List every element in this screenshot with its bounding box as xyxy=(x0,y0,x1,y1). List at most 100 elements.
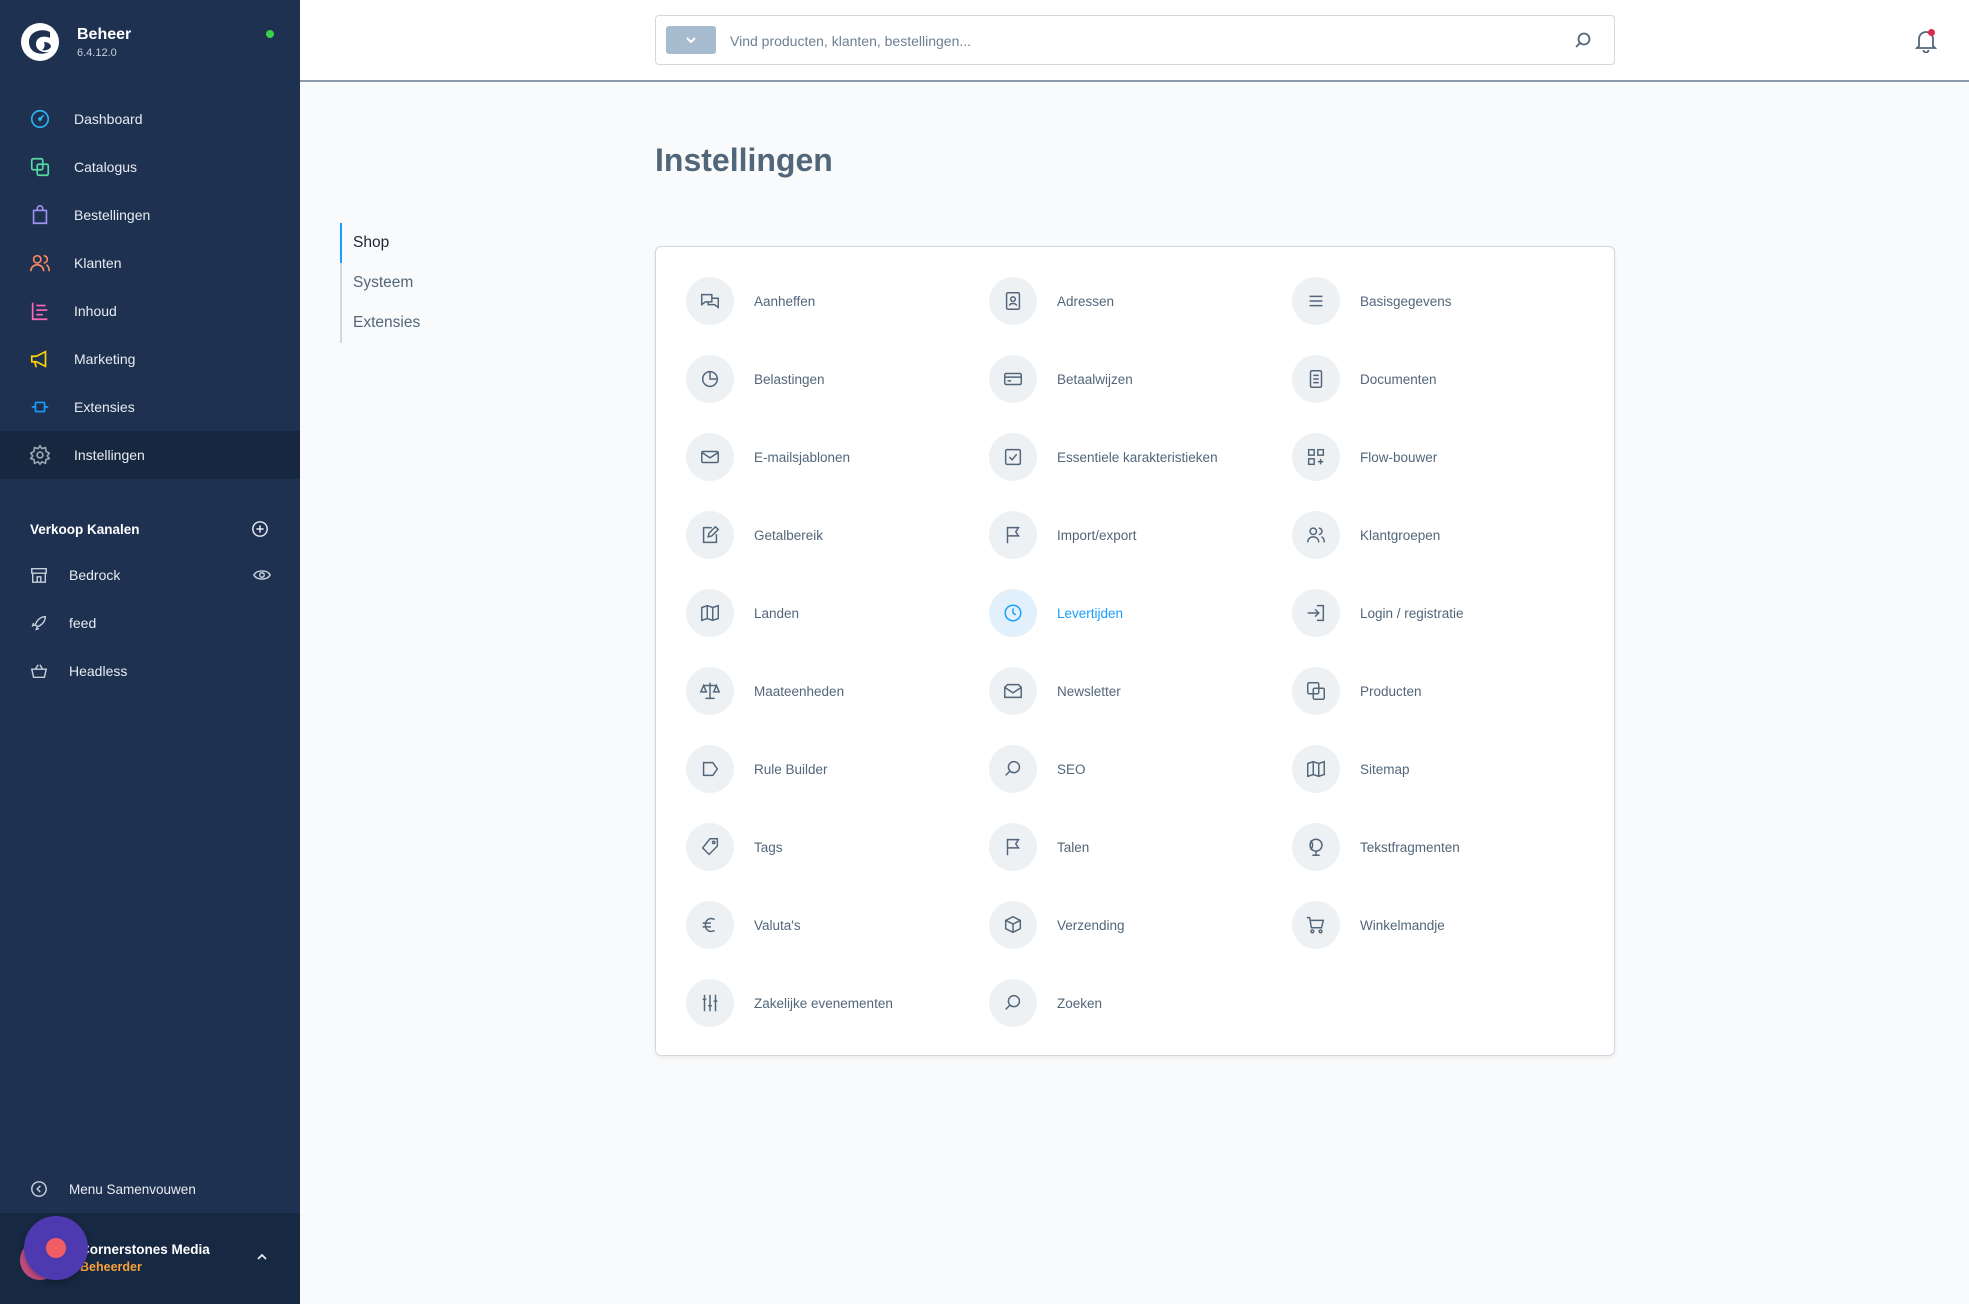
tab-shop[interactable]: Shop xyxy=(340,223,473,263)
edit-icon xyxy=(702,525,720,544)
basket-icon xyxy=(30,664,48,679)
nav-item-catalog[interactable]: Catalogus xyxy=(0,143,300,191)
nav-label: Klanten xyxy=(74,255,122,271)
setting-icon-circle xyxy=(686,277,734,325)
tab-system[interactable]: Systeem xyxy=(342,263,473,303)
setting-label: Landen xyxy=(754,605,800,621)
setting-icon-circle xyxy=(1292,589,1340,637)
setting-label: Valuta's xyxy=(754,917,801,933)
address-book-icon xyxy=(1005,292,1021,310)
setting-search[interactable]: Zoeken xyxy=(989,979,1292,1027)
customers-icon xyxy=(30,254,50,272)
global-search xyxy=(655,15,1615,65)
nav-item-settings[interactable]: Instellingen xyxy=(0,431,300,479)
setting-rule-builder[interactable]: Rule Builder xyxy=(686,745,989,793)
setting-snippets[interactable]: Tekstfragmenten xyxy=(1292,823,1595,871)
sales-channels-title: Verkoop Kanalen xyxy=(30,522,140,537)
setting-currencies[interactable]: Valuta's xyxy=(686,901,989,949)
channel-label: Headless xyxy=(69,663,128,679)
scale-icon xyxy=(699,682,721,700)
setting-seo[interactable]: SEO xyxy=(989,745,1292,793)
tab-extensions[interactable]: Extensies xyxy=(342,303,473,343)
setting-icon-circle xyxy=(989,979,1037,1027)
setting-countries[interactable]: Landen xyxy=(686,589,989,637)
setting-label: Rule Builder xyxy=(754,761,828,777)
setting-label: SEO xyxy=(1057,761,1086,777)
online-status-dot xyxy=(266,30,274,38)
setting-label: Betaalwijzen xyxy=(1057,371,1133,387)
setting-label: Belastingen xyxy=(754,371,825,387)
setting-languages[interactable]: Talen xyxy=(989,823,1292,871)
nav-item-dashboard[interactable]: Dashboard xyxy=(0,95,300,143)
setting-newsletter[interactable]: Newsletter xyxy=(989,667,1292,715)
shopware-logo-icon xyxy=(21,23,59,61)
channel-label: Bedrock xyxy=(69,567,121,583)
setting-login-registration[interactable]: Login / registratie xyxy=(1292,589,1595,637)
setting-label: E-mailsjablonen xyxy=(754,449,851,465)
setting-units[interactable]: Maateenheden xyxy=(686,667,989,715)
collapse-menu-button[interactable]: Menu Samenvouwen xyxy=(30,1180,196,1198)
credit-card-icon xyxy=(1004,372,1022,386)
setting-payment-methods[interactable]: Betaalwijzen xyxy=(989,355,1292,403)
extensions-icon xyxy=(31,401,49,413)
setting-import-export[interactable]: Import/export xyxy=(989,511,1292,559)
setting-salutations[interactable]: Aanheffen xyxy=(686,277,989,325)
setting-icon-circle xyxy=(1292,823,1340,871)
setting-icon-circle xyxy=(1292,277,1340,325)
settings-icon xyxy=(29,444,51,466)
setting-email-templates[interactable]: E-mailsjablonen xyxy=(686,433,989,481)
search-icon[interactable] xyxy=(1574,31,1592,49)
setting-flow-builder[interactable]: Flow-bouwer xyxy=(1292,433,1595,481)
setting-label: Klantgroepen xyxy=(1360,527,1441,543)
setting-number-ranges[interactable]: Getalbereik xyxy=(686,511,989,559)
setting-icon-circle xyxy=(686,433,734,481)
setting-label: Tags xyxy=(754,839,783,855)
dashboard-icon xyxy=(30,109,50,129)
notifications-button[interactable] xyxy=(1913,27,1939,53)
sales-channel-bedrock[interactable]: Bedrock xyxy=(0,551,300,599)
search-type-dropdown[interactable] xyxy=(666,26,716,54)
setting-tags[interactable]: Tags xyxy=(686,823,989,871)
nav-label: Catalogus xyxy=(74,159,138,175)
setting-shipping[interactable]: Verzending xyxy=(989,901,1292,949)
eye-icon[interactable] xyxy=(253,567,271,583)
setting-label: Basisgegevens xyxy=(1360,293,1452,309)
add-sales-channel-icon[interactable] xyxy=(251,520,269,538)
setting-icon-circle xyxy=(686,511,734,559)
sales-channel-feed[interactable]: feed xyxy=(0,599,300,647)
sales-channel-headless[interactable]: Headless xyxy=(0,647,300,695)
setting-label: Producten xyxy=(1360,683,1422,699)
setting-business-events[interactable]: Zakelijke evenementen xyxy=(686,979,989,1027)
nav-item-marketing[interactable]: Marketing xyxy=(0,335,300,383)
nav-item-extensions[interactable]: Extensies xyxy=(0,383,300,431)
setting-customer-groups[interactable]: Klantgroepen xyxy=(1292,511,1595,559)
notification-badge xyxy=(1928,29,1935,36)
chat-widget-bubble[interactable] xyxy=(24,1216,88,1280)
user-role: Beheerder xyxy=(80,1260,142,1274)
setting-icon-circle xyxy=(686,667,734,715)
nav-item-orders[interactable]: Bestellingen xyxy=(0,191,300,239)
setting-label: Zoeken xyxy=(1057,995,1103,1011)
search-input[interactable] xyxy=(728,28,1552,54)
channel-label: feed xyxy=(69,615,97,631)
brand[interactable]: Beheer 6.4.12.0 xyxy=(20,22,280,68)
setting-label: Login / registratie xyxy=(1360,605,1464,621)
setting-essential-characteristics[interactable]: Essentiele karakteristieken xyxy=(989,433,1292,481)
setting-cart[interactable]: Winkelmandje xyxy=(1292,901,1595,949)
setting-taxes[interactable]: Belastingen xyxy=(686,355,989,403)
setting-documents[interactable]: Documenten xyxy=(1292,355,1595,403)
setting-addresses[interactable]: Adressen xyxy=(989,277,1292,325)
chevron-up-icon[interactable] xyxy=(255,1250,269,1264)
setting-icon-circle xyxy=(686,589,734,637)
setting-basic-information[interactable]: Basisgegevens xyxy=(1292,277,1595,325)
map-icon xyxy=(701,604,719,622)
setting-icon-circle xyxy=(1292,355,1340,403)
nav-item-customers[interactable]: Klanten xyxy=(0,239,300,287)
setting-delivery-times[interactable]: Levertijden xyxy=(989,589,1292,637)
nav-item-content[interactable]: Inhoud xyxy=(0,287,300,335)
setting-icon-circle xyxy=(1292,901,1340,949)
setting-label: Winkelmandje xyxy=(1360,917,1445,933)
setting-sitemap[interactable]: Sitemap xyxy=(1292,745,1595,793)
setting-products[interactable]: Producten xyxy=(1292,667,1595,715)
inbox-icon xyxy=(1004,683,1022,699)
